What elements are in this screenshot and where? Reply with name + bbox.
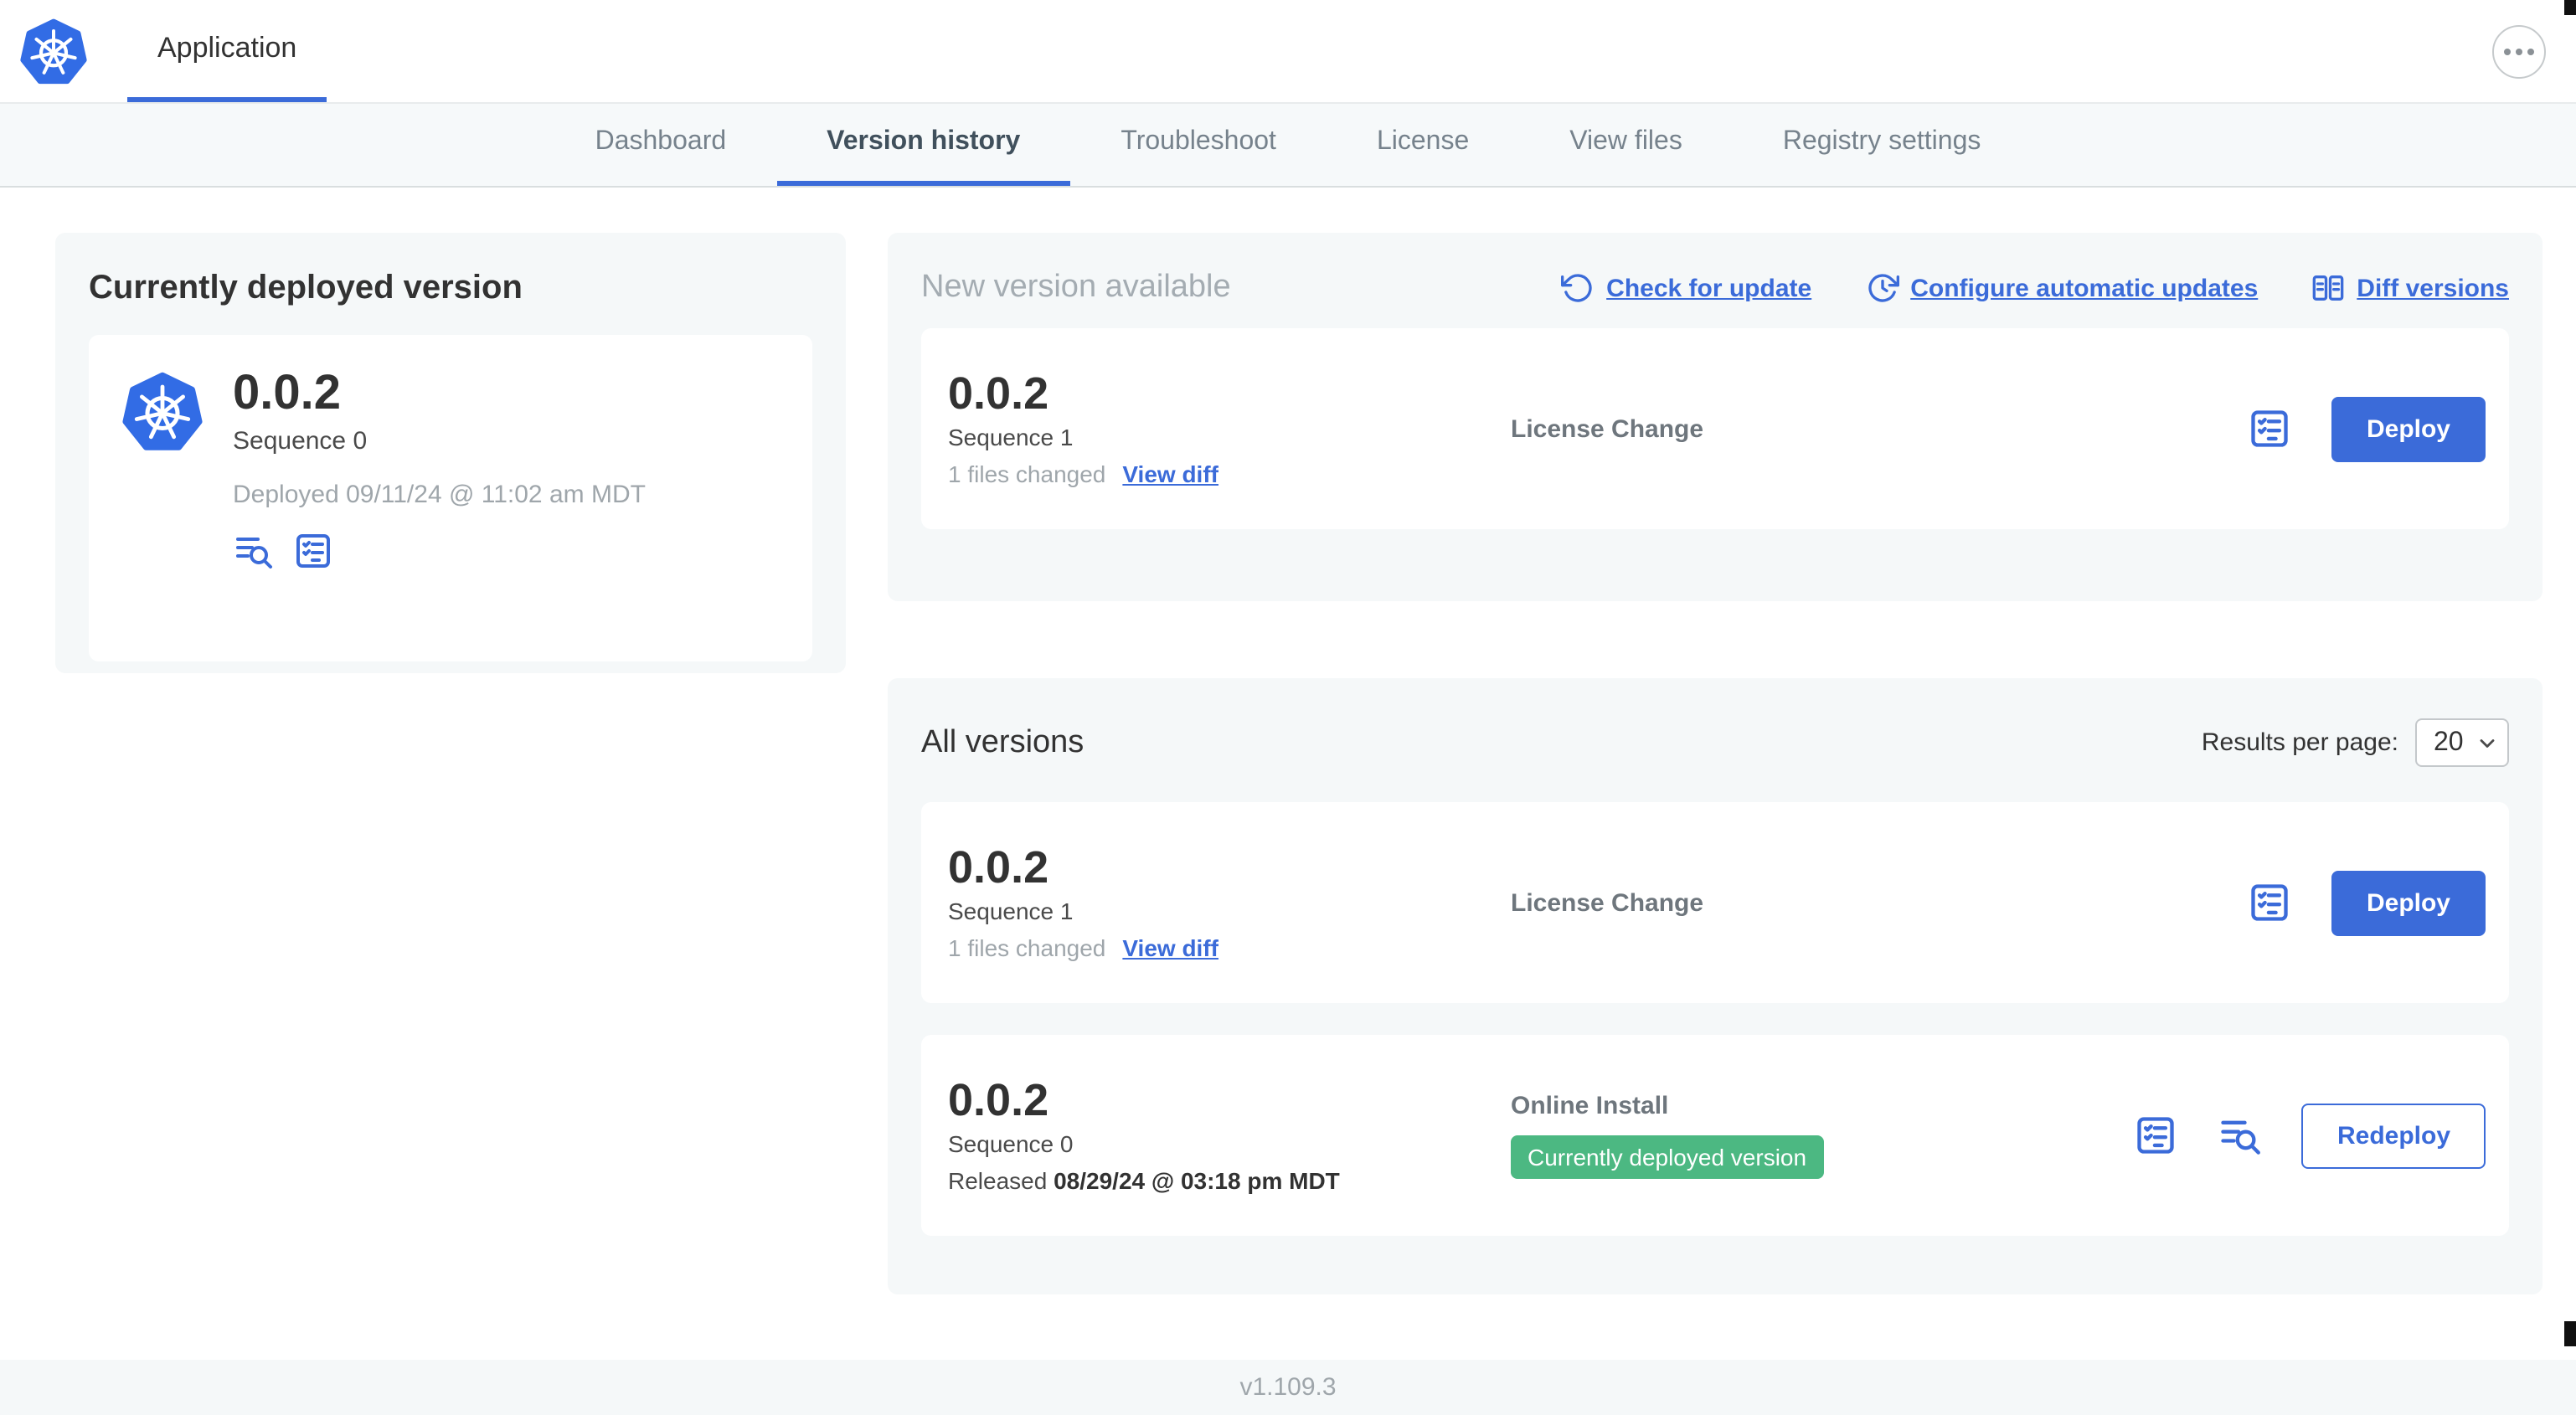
currently-deployed-title: Currently deployed version: [89, 270, 523, 306]
preflight-checks-icon: [2248, 407, 2291, 450]
app-nav-application[interactable]: Application: [127, 0, 327, 102]
version-row: 0.0.2 Sequence 0 Released 08/29/24 @ 03:…: [921, 1035, 2509, 1236]
page-tabs: Dashboard Version history Troubleshoot L…: [0, 104, 2576, 188]
new-version-title: New version available: [921, 270, 1231, 305]
right-column: New version available Check for update C…: [888, 233, 2543, 1294]
deployed-timestamp: Deployed 09/11/24 @ 11:02 am MDT: [233, 481, 646, 510]
more-options-button[interactable]: [2492, 25, 2546, 79]
tab-troubleshoot[interactable]: Troubleshoot: [1070, 104, 1327, 186]
currently-deployed-badge: Currently deployed version: [1511, 1135, 1824, 1179]
version-number: 0.0.2: [948, 841, 1049, 893]
diff-versions-link[interactable]: Diff versions: [2311, 271, 2509, 305]
released-timestamp: Released 08/29/24 @ 03:18 pm MDT: [948, 1167, 1340, 1195]
ellipsis-icon: [2504, 49, 2511, 55]
deploy-logs-icon: [233, 532, 273, 572]
currently-deployed-version-card: 0.0.2 Sequence 0 Deployed 09/11/24 @ 11:…: [89, 335, 812, 661]
tab-view-files[interactable]: View files: [1519, 104, 1733, 186]
deploy-logs-button[interactable]: [2218, 1114, 2262, 1157]
deploy-button[interactable]: Deploy: [2331, 396, 2486, 461]
tab-version-history[interactable]: Version history: [776, 104, 1071, 186]
preflight-checks-icon: [2248, 881, 2291, 924]
scrollbar-thumb[interactable]: [2564, 0, 2576, 15]
results-per-page-select[interactable]: 20: [2415, 718, 2509, 767]
version-row: 0.0.2 Sequence 1 1 files changed View di…: [921, 802, 2509, 1003]
main-content: Currently deployed version 0.0.2 Sequenc…: [0, 188, 2576, 1294]
version-source: License Change: [1511, 888, 1704, 917]
deployed-version-number: 0.0.2: [233, 367, 341, 420]
scrollbar-thumb[interactable]: [2564, 1321, 2576, 1346]
currently-deployed-card: Currently deployed version 0.0.2 Sequenc…: [55, 233, 846, 673]
version-source: License Change: [1511, 414, 1704, 443]
files-changed: 1 files changed: [948, 461, 1106, 488]
app-header: Application: [0, 0, 2576, 104]
version-sequence: Sequence 1: [948, 898, 1074, 925]
configure-automatic-updates-link[interactable]: Configure automatic updates: [1865, 271, 2258, 305]
screenshot-stage: Application Dashboard Version history Tr…: [0, 0, 2576, 1415]
tab-dashboard[interactable]: Dashboard: [545, 104, 777, 186]
preflight-checks-button[interactable]: [2248, 407, 2291, 450]
app-icon: [122, 372, 203, 452]
app-nav-application-label: Application: [157, 32, 297, 64]
redeploy-button[interactable]: Redeploy: [2301, 1103, 2486, 1168]
auto-update-icon: [1865, 271, 1899, 305]
files-changed: 1 files changed: [948, 934, 1106, 962]
preflight-checks-icon: [293, 532, 333, 572]
check-for-update-link[interactable]: Check for update: [1561, 271, 1811, 305]
view-diff-link[interactable]: View diff: [1122, 934, 1218, 961]
new-version-card: New version available Check for update C…: [888, 233, 2543, 601]
console-version: v1.109.3: [1239, 1373, 1337, 1402]
version-sequence: Sequence 1: [948, 424, 1074, 451]
refresh-icon: [1561, 271, 1595, 305]
kubernetes-logo-icon: [20, 0, 87, 102]
diff-icon: [2311, 271, 2345, 305]
deployed-sequence: Sequence 0: [233, 427, 368, 456]
kots-admin-console: Application Dashboard Version history Tr…: [0, 0, 2576, 1415]
deploy-logs-icon: [2218, 1114, 2262, 1157]
version-sequence: Sequence 0: [948, 1130, 1074, 1158]
preflight-checks-button[interactable]: [2248, 881, 2291, 924]
preflight-checks-icon: [2135, 1114, 2178, 1157]
version-number: 0.0.2: [948, 1074, 1049, 1125]
view-diff-link[interactable]: View diff: [1122, 461, 1218, 487]
deploy-button[interactable]: Deploy: [2331, 870, 2486, 935]
tab-license[interactable]: License: [1327, 104, 1519, 186]
deploy-logs-button[interactable]: [233, 532, 273, 572]
results-per-page-label: Results per page:: [2201, 728, 2398, 757]
all-versions-title: All versions: [921, 724, 1084, 759]
preflight-checks-button[interactable]: [293, 532, 333, 572]
version-number: 0.0.2: [948, 368, 1049, 419]
version-source: Online Install: [1511, 1092, 1669, 1120]
all-versions-card: All versions Results per page: 20 0.0.2 …: [888, 678, 2543, 1294]
new-version-row: 0.0.2 Sequence 1 1 files changed View di…: [921, 328, 2509, 529]
tab-registry-settings[interactable]: Registry settings: [1733, 104, 2032, 186]
app-footer: v1.109.3: [0, 1360, 2576, 1415]
preflight-checks-button[interactable]: [2135, 1114, 2178, 1157]
